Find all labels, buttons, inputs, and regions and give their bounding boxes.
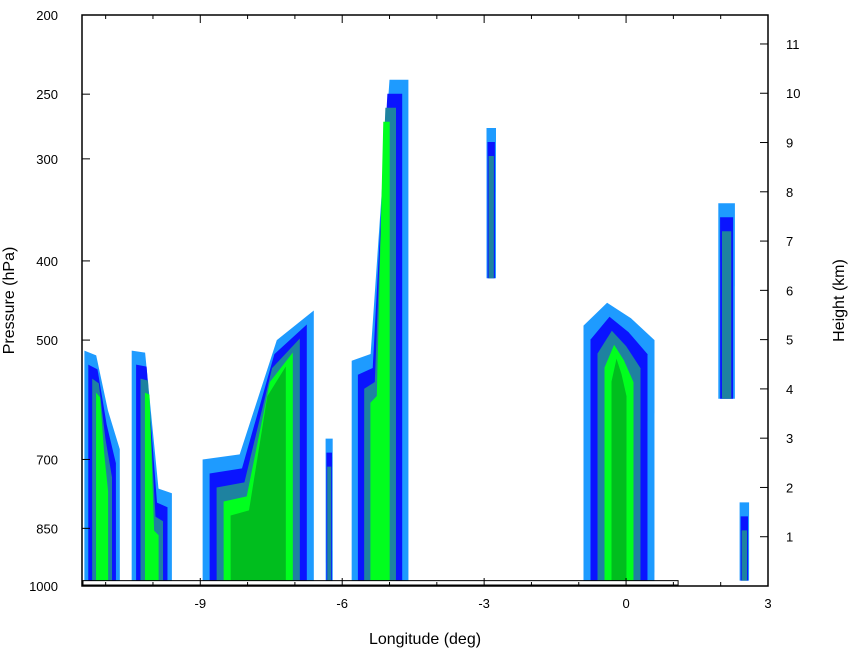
contour-level-3 — [741, 530, 747, 581]
height-tick-label: 3 — [786, 431, 793, 446]
terrain — [82, 580, 679, 586]
x-tick-label: 3 — [764, 596, 771, 611]
contour-cell — [84, 350, 120, 581]
contour-level-3 — [488, 156, 494, 279]
contour-cell — [718, 203, 735, 399]
height-tick-label: 10 — [786, 86, 800, 101]
contour-cell — [202, 310, 314, 581]
contour-cell — [131, 350, 172, 581]
x-tick-label: -6 — [336, 596, 348, 611]
x-axis-title: Longitude (deg) — [369, 631, 481, 648]
contour-level-3 — [721, 231, 732, 399]
contour-level-3 — [327, 466, 332, 581]
height-tick-label: 4 — [786, 382, 793, 397]
height-tick-label: 7 — [786, 234, 793, 249]
height-tick-label: 11 — [786, 37, 800, 52]
y-tick-label: 200 — [36, 8, 58, 23]
contour-cells — [84, 79, 750, 581]
y-tick-label: 250 — [36, 87, 58, 102]
height-tick-label: 6 — [786, 283, 793, 298]
x-tick-label: -3 — [478, 596, 490, 611]
chart: -9 -6 -3 0 3 200 250 300 400 500 700 850 1000 1 2 3 4 5 6 7… — [1, 8, 848, 648]
right-y-axis-title: Height (km) — [831, 259, 848, 342]
x-tick-label: 0 — [622, 596, 629, 611]
height-tick-label: 5 — [786, 333, 793, 348]
contour-level-5 — [611, 358, 627, 581]
height-tick-label: 2 — [786, 480, 793, 495]
contour-cell — [739, 502, 750, 581]
left-y-axis-title: Pressure (hPa) — [1, 247, 18, 355]
height-tick-label: 9 — [786, 136, 793, 151]
x-tick-label: -9 — [194, 596, 206, 611]
contour-cell — [351, 79, 409, 581]
y-tick-label: 400 — [36, 254, 58, 269]
y-tick-label: 1000 — [29, 579, 58, 594]
height-tick-label: 1 — [786, 530, 793, 545]
terrain-surface — [82, 580, 679, 586]
height-tick-label: 8 — [786, 185, 793, 200]
y-tick-label: 850 — [36, 521, 58, 536]
contour-cell — [325, 438, 333, 581]
y-tick-label: 700 — [36, 452, 58, 467]
y-tick-label: 300 — [36, 152, 58, 167]
plot-frame — [81, 14, 769, 587]
y-tick-label: 500 — [36, 333, 58, 348]
contour-cell — [583, 302, 655, 581]
contour-cell — [486, 128, 496, 279]
